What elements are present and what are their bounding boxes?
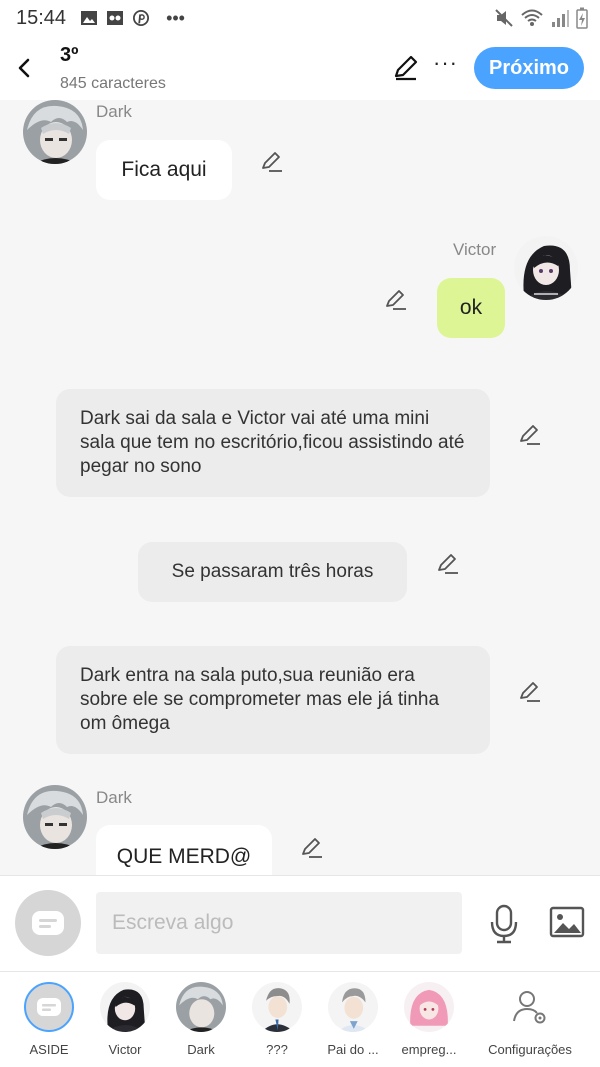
narration-block[interactable]: Dark sai da sala e Victor vai até uma mi… — [56, 389, 490, 497]
tab-label: empreg... — [401, 1042, 457, 1057]
tab-aside[interactable]: ASIDE — [11, 982, 87, 1062]
next-button[interactable]: Próximo — [474, 47, 584, 89]
signal-icon — [552, 10, 569, 27]
more-options-icon[interactable]: ··· — [433, 50, 458, 76]
avatar-empregada — [404, 982, 454, 1032]
tab-victor[interactable]: Victor — [87, 982, 163, 1062]
more-dots-icon: ••• — [166, 7, 185, 28]
avatar-victor — [100, 982, 150, 1032]
chapter-title: 3º — [60, 44, 79, 66]
mute-icon — [495, 9, 513, 27]
tab-label: Pai do ... — [327, 1042, 379, 1057]
back-arrow-icon[interactable] — [12, 54, 36, 82]
tab-label: Configurações — [488, 1042, 572, 1057]
settings-user-icon — [505, 982, 555, 1032]
pinterest-icon — [133, 10, 150, 26]
message-bubble[interactable]: QUE MERD@ — [96, 825, 272, 875]
image-upload-icon[interactable] — [549, 906, 585, 938]
avatar-unknown — [252, 982, 302, 1032]
character-count: 845 caracteres — [60, 75, 166, 92]
tab-label: ??? — [266, 1042, 288, 1057]
message-input[interactable] — [96, 892, 462, 954]
sender-name: Dark — [96, 788, 132, 807]
chat-bubble-icon — [32, 911, 64, 935]
status-time: 15:44 — [16, 6, 67, 29]
message-bubble[interactable]: ok — [437, 278, 505, 338]
edit-pencil-icon[interactable] — [392, 54, 420, 82]
avatar-dark — [176, 982, 226, 1032]
input-bar — [0, 875, 600, 971]
voicemail-icon — [107, 11, 124, 25]
tab-label: ASIDE — [29, 1042, 69, 1057]
avatar-dark[interactable] — [23, 100, 87, 164]
tab-label: Dark — [187, 1042, 215, 1057]
edit-message-icon[interactable] — [518, 423, 542, 447]
tab-settings[interactable]: Configurações — [484, 982, 576, 1062]
wifi-icon — [521, 9, 543, 26]
narration-mode-button[interactable] — [15, 890, 81, 956]
sender-name: Dark — [96, 102, 132, 121]
edit-message-icon[interactable] — [518, 680, 542, 704]
avatar-victor[interactable] — [514, 236, 578, 300]
edit-message-icon[interactable] — [384, 288, 408, 312]
chat-header: 3º 845 caracteres ··· Próximo — [0, 36, 600, 100]
narration-block[interactable]: Dark entra na sala puto,sua reunião era … — [56, 646, 490, 754]
microphone-icon[interactable] — [488, 904, 520, 944]
edit-message-icon[interactable] — [436, 552, 460, 576]
edit-message-icon[interactable] — [300, 836, 324, 860]
message-bubble[interactable]: Fica aqui — [96, 140, 232, 200]
tab-label: Victor — [108, 1042, 142, 1057]
status-bar: 15:44 ••• — [0, 0, 600, 36]
narration-block[interactable]: Se passaram três horas — [138, 542, 407, 602]
battery-charging-icon — [576, 7, 588, 29]
avatar-dark[interactable] — [23, 785, 87, 849]
chat-area[interactable]: Dark Fica aqui Victor ok Dark sai da sal… — [0, 100, 600, 875]
tab-dark[interactable]: Dark — [163, 982, 239, 1062]
avatar-pai-do — [328, 982, 378, 1032]
sender-name: Victor — [453, 240, 497, 259]
edit-message-icon[interactable] — [260, 150, 284, 174]
tab-unknown[interactable]: ??? — [239, 982, 315, 1062]
character-tabs: ASIDE Victor Dark ??? Pai do ... empreg.… — [0, 971, 600, 1067]
image-icon — [81, 11, 98, 25]
tab-empregada[interactable]: empreg... — [391, 982, 467, 1062]
aside-icon — [24, 982, 74, 1032]
tab-pai-do[interactable]: Pai do ... — [315, 982, 391, 1062]
